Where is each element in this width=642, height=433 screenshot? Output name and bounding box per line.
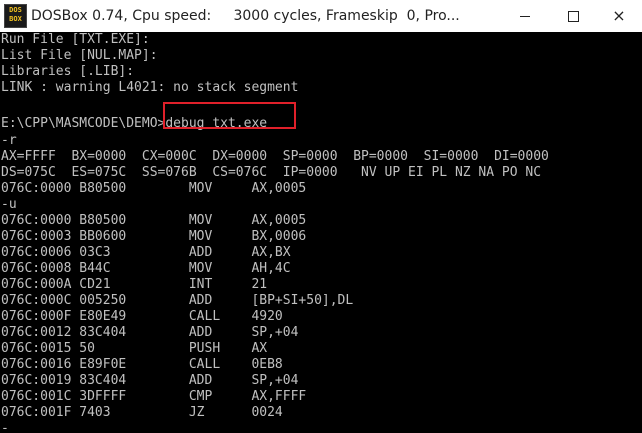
- maximize-icon: [567, 10, 579, 22]
- terminal-line: 076C:0006 03C3 ADD AX,BX: [1, 245, 291, 260]
- terminal-line: 076C:0012 83C404 ADD SP,+04: [1, 325, 299, 340]
- terminal-line: 076C:001F 7403 JZ 0024: [1, 405, 283, 420]
- terminal-line: 076C:0008 B44C MOV AH,4C: [1, 261, 291, 276]
- terminal-line: 076C:0000 B80500 MOV AX,0005: [1, 181, 307, 196]
- terminal-line: Run File [TXT.EXE]:: [1, 32, 150, 47]
- icon-text-top: DOS: [9, 6, 22, 14]
- terminal-line: 076C:000A CD21 INT 21: [1, 277, 268, 292]
- terminal-line: 076C:001C 3DFFFF CMP AX,FFFF: [1, 389, 307, 404]
- maximize-button[interactable]: [550, 0, 596, 32]
- close-button[interactable]: ×: [596, 0, 642, 32]
- close-icon: ×: [612, 6, 626, 25]
- terminal-line: 076C:0000 B80500 MOV AX,0005: [1, 213, 307, 228]
- terminal-line: List File [NUL.MAP]:: [1, 48, 158, 63]
- command-highlight-box: [163, 102, 296, 129]
- terminal-cursor-line: -: [1, 421, 9, 433]
- terminal-line: AX=FFFF BX=0000 CX=000C DX=0000 SP=0000 …: [1, 149, 549, 164]
- terminal-line: -u: [1, 197, 17, 212]
- icon-text-bottom: BOX: [9, 15, 22, 23]
- dosbox-icon[interactable]: DOS BOX: [4, 4, 27, 28]
- title-bar: DOS BOX DOSBox 0.74, Cpu speed: 3000 cyc…: [0, 0, 642, 32]
- minimize-icon: [520, 15, 530, 17]
- terminal-line: 076C:0015 50 PUSH AX: [1, 341, 268, 356]
- terminal-line: Libraries [.LIB]:: [1, 64, 135, 79]
- terminal-line: 076C:0019 83C404 ADD SP,+04: [1, 373, 299, 388]
- terminal-line: 076C:0016 E89F0E CALL 0EB8: [1, 357, 283, 372]
- window-title: DOSBox 0.74, Cpu speed: 3000 cycles, Fra…: [31, 8, 460, 24]
- terminal-line: -r: [1, 133, 17, 148]
- terminal-line: DS=075C ES=075C SS=076B CS=076C IP=0000 …: [1, 165, 542, 180]
- terminal-line: 076C:000F E80E49 CALL 4920: [1, 309, 283, 324]
- terminal-line: 076C:000C 005250 ADD [BP+SI+50],DL: [1, 293, 354, 308]
- terminal-line: LINK : warning L4021: no stack segment: [1, 80, 299, 95]
- terminal-line: 076C:0003 BB0600 MOV BX,0006: [1, 229, 307, 244]
- dos-terminal[interactable]: Run File [TXT.EXE]: List File [NUL.MAP]:…: [0, 32, 642, 433]
- minimize-button[interactable]: [502, 0, 548, 32]
